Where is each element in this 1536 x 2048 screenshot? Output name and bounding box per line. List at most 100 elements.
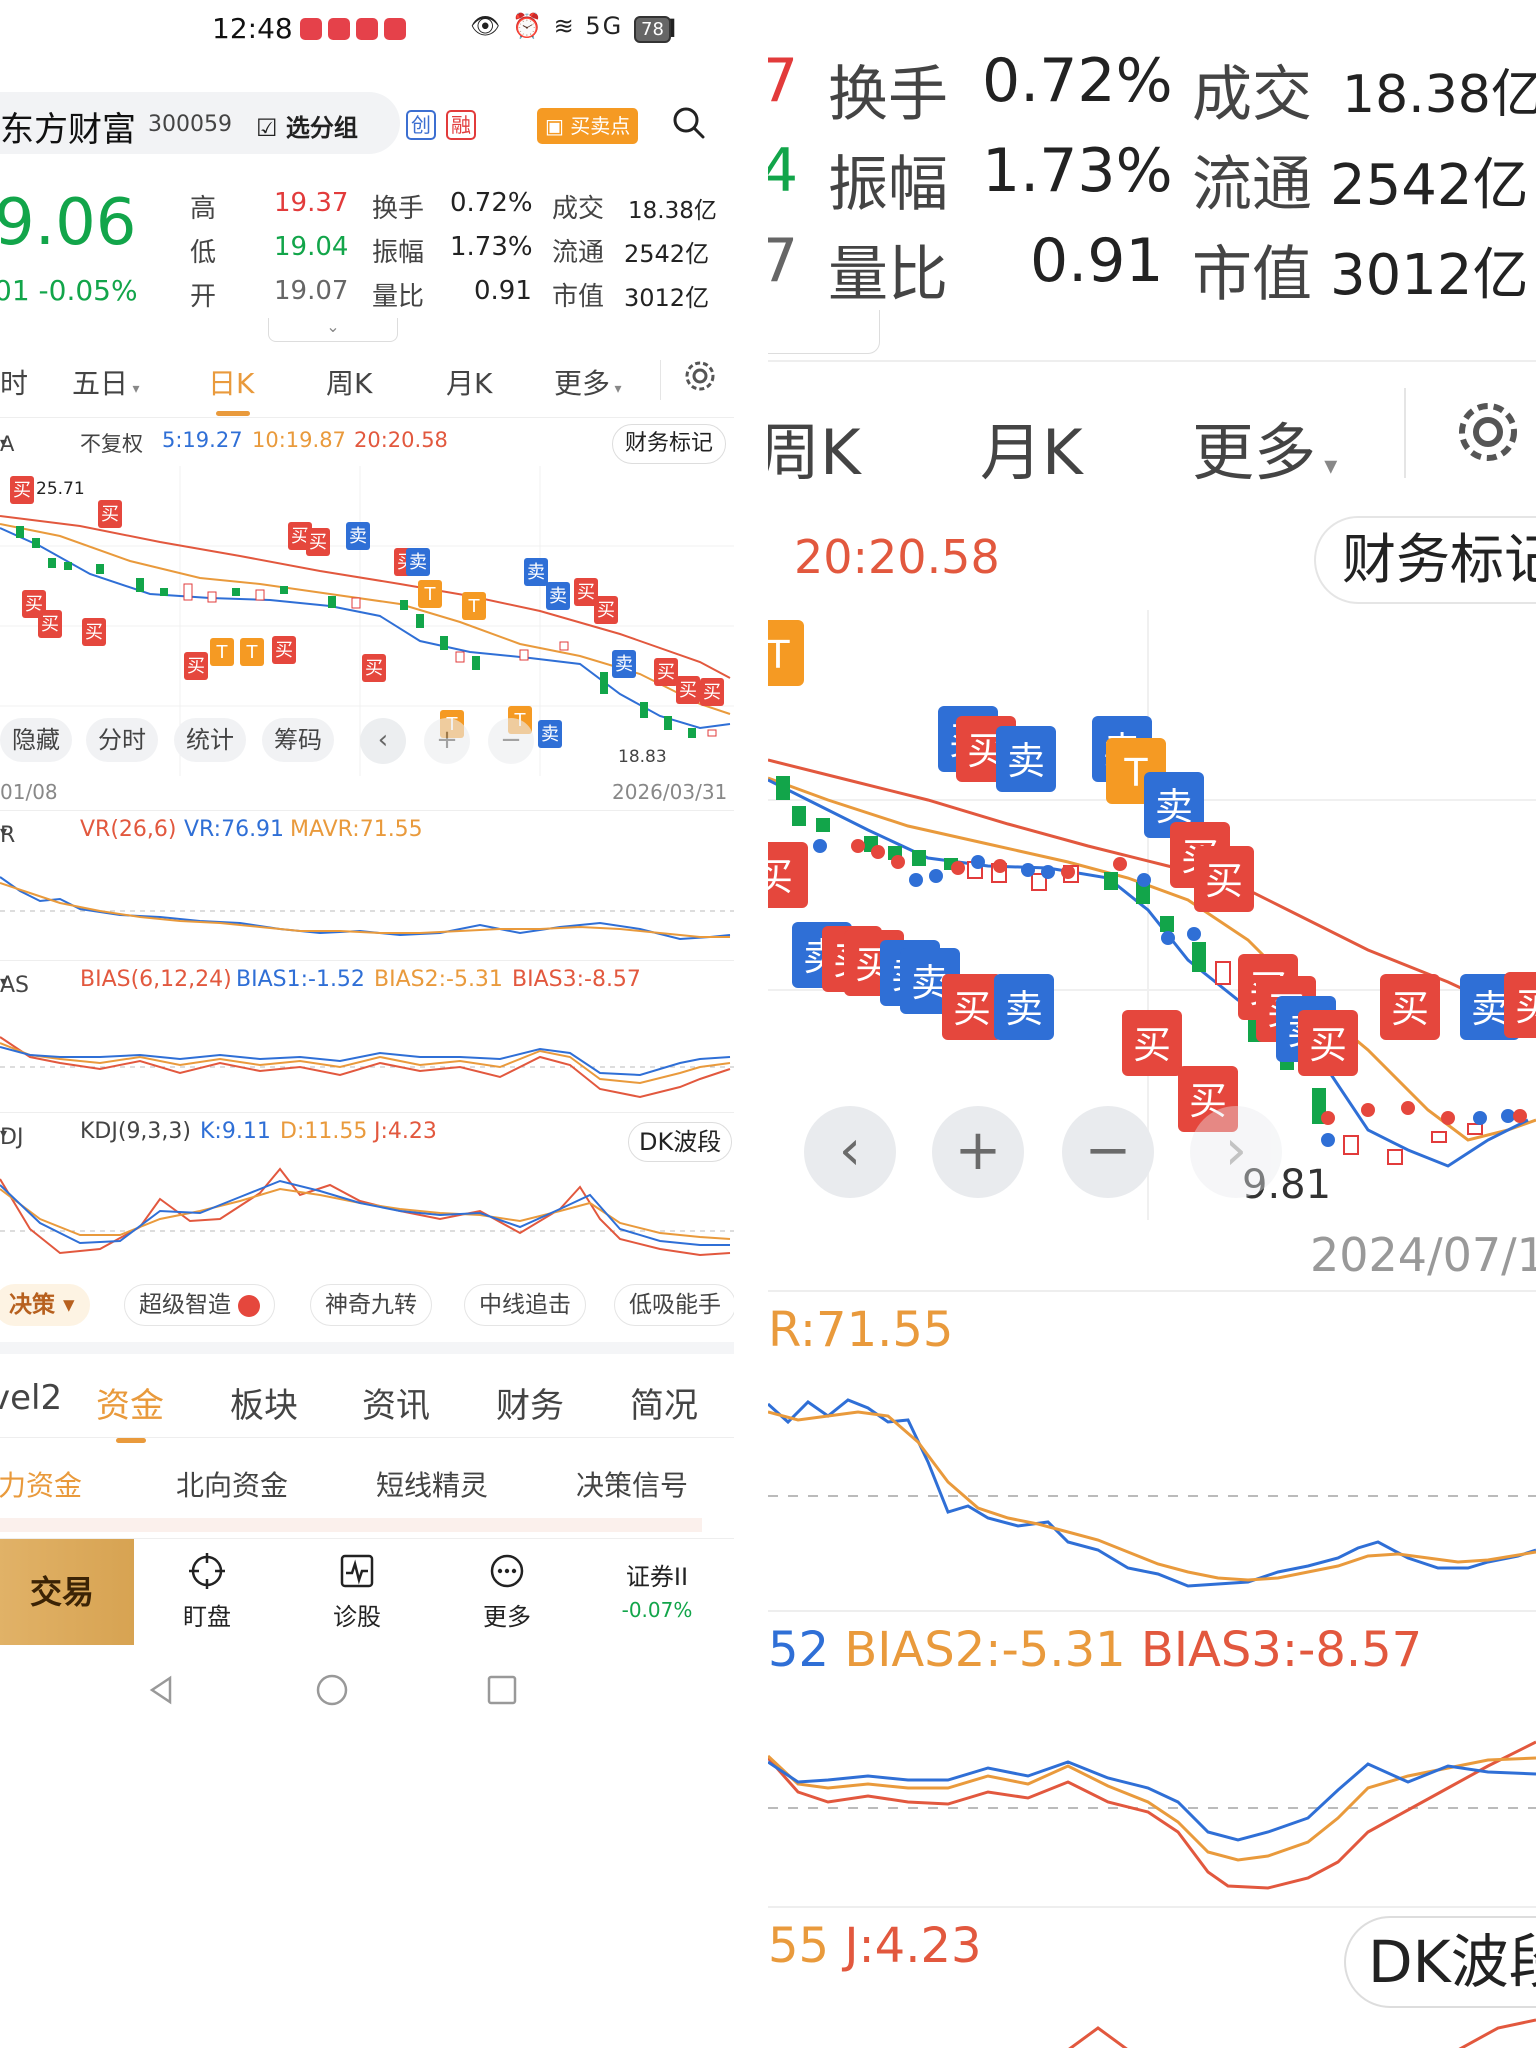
- adjust-label[interactable]: 不复权: [80, 428, 143, 458]
- diagnose-button[interactable]: 诊股: [302, 1551, 412, 1632]
- financial-mark-button[interactable]: 财务标记: [612, 424, 727, 464]
- zoom-amount-value: 18.38亿: [1342, 65, 1536, 125]
- kdj-short: DJ: [0, 1125, 24, 1150]
- zoom-buy-sell-signals: T 买 买 买 卖 卖 T 卖 买 买 卖 买 买 卖 卖 买 卖 买 买 买 …: [768, 620, 1536, 1132]
- zoom-float-value: 2542亿: [1330, 153, 1529, 218]
- zoom-mavr-value: R:71.55: [768, 1302, 954, 1358]
- strategy-mid-line[interactable]: 中线追击: [464, 1284, 586, 1326]
- intraday-button[interactable]: 分时: [86, 718, 158, 762]
- svg-text:卖: 卖: [1471, 987, 1509, 1031]
- subtab-northbound[interactable]: 北向资金: [176, 1464, 288, 1504]
- chevron-left-icon[interactable]: ‹: [360, 718, 406, 764]
- statistics-button[interactable]: 统计: [174, 718, 246, 762]
- zoom-financial-mark-button[interactable]: 财务标记: [1314, 516, 1536, 604]
- zoom-stat-a2: 4: [768, 136, 799, 206]
- battery-icon: 78: [634, 16, 671, 43]
- vr-select[interactable]: R ▾: [0, 817, 15, 848]
- tab-level2[interactable]: vel2: [0, 1378, 62, 1418]
- stock-header: 东方财富 300059 ☑ 选分组 创 融 ▣ 买卖点: [0, 88, 734, 158]
- decision-select[interactable]: 决策 ▾: [0, 1284, 90, 1326]
- zoom-gear-icon[interactable]: [1448, 392, 1528, 472]
- svg-text:买: 买: [187, 656, 205, 677]
- zoom-dk-wave-button[interactable]: DK波段: [1344, 1916, 1536, 2008]
- notification-icon: [356, 18, 378, 40]
- broker-index[interactable]: 证券II -0.07%: [592, 1557, 722, 1622]
- section-divider: [0, 1342, 734, 1354]
- svg-text:卖: 卖: [1007, 739, 1045, 783]
- more-button[interactable]: 更多: [452, 1551, 562, 1632]
- decision-label: 决策: [9, 1292, 55, 1318]
- zoom-tab-weekly[interactable]: 周K: [768, 402, 861, 492]
- tab-five-day[interactable]: 五日 ▾: [72, 362, 140, 402]
- recents-icon[interactable]: [484, 1672, 520, 1708]
- notification-icon: [328, 18, 350, 40]
- kdj-header: DJ ▾ KDJ(9,3,3) K:9.11 D:11.55 J:4.23: [0, 1113, 734, 1150]
- zoom-tab-more[interactable]: 更多 ▾: [1192, 402, 1337, 492]
- main-indicator-select[interactable]: A ▾: [0, 428, 14, 456]
- kdj-j-value: J:4.23: [374, 1119, 437, 1144]
- tab-funds[interactable]: 资金: [96, 1378, 164, 1443]
- zoom-zoom-in-icon[interactable]: +: [932, 1106, 1024, 1198]
- zoom-in-icon[interactable]: +: [424, 718, 470, 764]
- zoom-out-icon[interactable]: −: [488, 718, 534, 764]
- collapse-toggle[interactable]: ⌄: [268, 318, 398, 342]
- fund-sub-tabs: 主力资金 北向资金 短线精灵 决策信号: [0, 1452, 734, 1512]
- tab-sector[interactable]: 板块: [230, 1378, 298, 1427]
- bias-select[interactable]: AS ▾: [0, 967, 29, 998]
- zoom-stat-a3: 7: [768, 226, 799, 296]
- tab-profile[interactable]: 简况: [630, 1378, 698, 1427]
- tab-more[interactable]: 更多 ▾: [554, 362, 622, 402]
- content-placeholder: [0, 1518, 702, 1532]
- zoom-mcap-label: 市值: [1192, 240, 1312, 310]
- svg-text:卖: 卖: [349, 526, 367, 547]
- zoom-chevron-left-icon[interactable]: ‹: [804, 1106, 896, 1198]
- open-label: 开: [190, 282, 217, 312]
- svg-text:买: 买: [1515, 985, 1536, 1029]
- home-icon[interactable]: [314, 1672, 350, 1708]
- tab-intraday[interactable]: 时: [0, 362, 28, 402]
- zoom-amplitude-value: 1.73%: [982, 136, 1173, 206]
- left-screenshot: 12:48 👁 ⏰ ≋ 5G ▮▮▮ 78 东方财富 300059 ☑ 选分组 …: [0, 0, 734, 2048]
- broker-change: -0.07%: [621, 1598, 693, 1622]
- tab-finance[interactable]: 财务: [496, 1378, 564, 1427]
- select-group-button[interactable]: ☑ 选分组: [256, 108, 358, 143]
- strategy-low-buy[interactable]: 低吸能手: [614, 1284, 734, 1326]
- search-icon[interactable]: [672, 106, 706, 140]
- bias2-value: BIAS2:-5.31: [374, 967, 503, 992]
- zoom-collapse-toggle[interactable]: [768, 310, 880, 354]
- vr-short: R: [0, 823, 16, 848]
- tab-monthly-k[interactable]: 月K: [446, 362, 492, 402]
- hide-button[interactable]: 隐藏: [0, 718, 72, 762]
- buy-sell-points-button[interactable]: ▣ 买卖点: [537, 108, 639, 144]
- subtab-main-funds[interactable]: 主力资金: [0, 1464, 82, 1504]
- kdj-select[interactable]: DJ ▾: [0, 1119, 23, 1150]
- subtab-decision-signal[interactable]: 决策信号: [576, 1464, 688, 1504]
- trade-button[interactable]: 交易: [0, 1539, 134, 1645]
- strategy-row: 决策 ▾ 超级智造 神奇九转 中线追击 低吸能手: [0, 1282, 734, 1332]
- chips-button[interactable]: 筹码: [262, 718, 334, 762]
- date-start: 01/08: [0, 780, 58, 804]
- zoom-bias-panel: 52 BIAS2:-5.31 BIAS3:-8.57: [768, 1610, 1536, 1906]
- gear-icon[interactable]: [680, 356, 720, 396]
- tab-more-label: 更多: [554, 367, 611, 400]
- strategy-super-smart[interactable]: 超级智造: [124, 1284, 276, 1326]
- high-value: 19.37: [274, 188, 349, 218]
- tab-daily-k[interactable]: 日K: [208, 362, 254, 416]
- notification-icon: [384, 18, 406, 40]
- float-label: 流通: [552, 238, 605, 268]
- dk-wave-button[interactable]: DK波段: [628, 1122, 733, 1162]
- zoom-zoom-out-icon[interactable]: −: [1062, 1106, 1154, 1198]
- tab-news[interactable]: 资讯: [362, 1378, 430, 1427]
- zoom-volratio-value: 0.91: [1030, 226, 1164, 296]
- watch-button[interactable]: 盯盘: [152, 1551, 262, 1632]
- strategy-magic-nine[interactable]: 神奇九转: [310, 1284, 432, 1326]
- tab-weekly-k[interactable]: 周K: [326, 362, 372, 402]
- zoom-tab-monthly[interactable]: 月K: [980, 402, 1083, 492]
- zoom-bias-chart: [768, 1740, 1536, 1890]
- zoom-chevron-right-icon[interactable]: ›: [1190, 1106, 1282, 1198]
- open-value: 19.07: [274, 276, 349, 306]
- hot-badge: [238, 1294, 261, 1317]
- subtab-short-term[interactable]: 短线精灵: [376, 1464, 488, 1504]
- mavr-value: MAVR:71.55: [290, 817, 423, 842]
- back-icon[interactable]: [144, 1672, 180, 1708]
